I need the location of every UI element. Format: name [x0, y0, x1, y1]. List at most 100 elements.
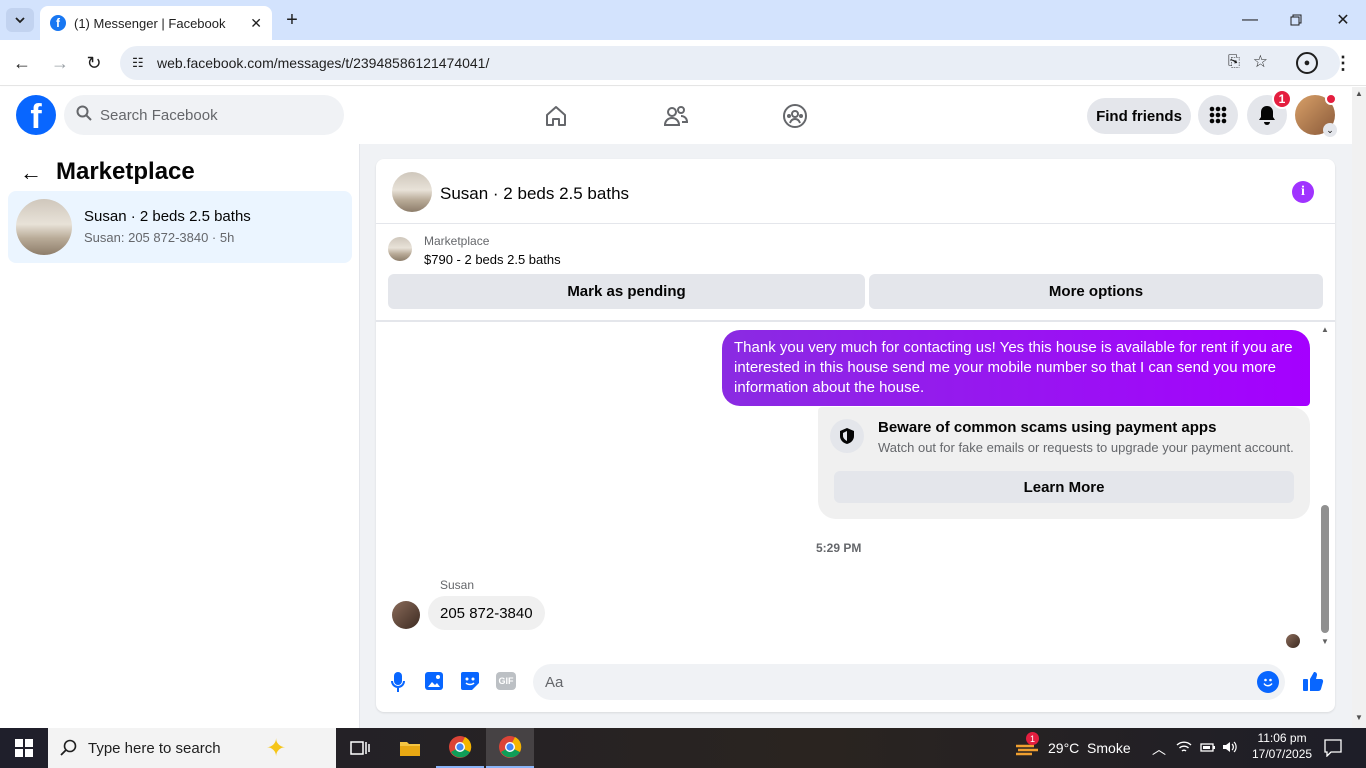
windows-taskbar: Type here to search ✦ 1 29°C Smoke ︿ 11:… — [0, 728, 1366, 768]
facebook-search-input[interactable]: Search Facebook — [64, 95, 344, 135]
avatar-dot — [1325, 93, 1337, 105]
chat-header-title[interactable]: Susan · 2 beds 2.5 baths — [440, 184, 629, 204]
sticker-icon[interactable] — [460, 671, 480, 696]
weather-widget[interactable]: 1 29°C Smoke — [1014, 732, 1131, 758]
scam-warning-body: Watch out for fake emails or requests to… — [878, 440, 1294, 455]
scroll-up-arrow-icon[interactable]: ▲ — [1321, 325, 1331, 335]
search-placeholder: Search Facebook — [100, 106, 218, 124]
windows-start-icon[interactable] — [0, 728, 48, 768]
search-icon — [76, 105, 92, 125]
emoji-icon[interactable] — [1257, 671, 1279, 693]
battery-icon[interactable] — [1200, 740, 1216, 754]
photo-icon[interactable] — [424, 671, 444, 696]
notification-count-badge: 1 — [1272, 89, 1292, 109]
listing-small-thumbnail — [388, 237, 412, 261]
clock-time: 11:06 pm — [1257, 731, 1307, 745]
incoming-message-bubble[interactable]: 205 872-3840 — [428, 596, 545, 630]
browser-tab-bar: f (1) Messenger | Facebook ✕ + — ✕ — [0, 0, 1366, 40]
conversation-item[interactable]: Susan · 2 beds 2.5 baths Susan: 205 872-… — [8, 191, 352, 263]
chrome-icon[interactable] — [436, 728, 484, 768]
home-icon[interactable] — [541, 101, 571, 131]
url-text: web.facebook.com/messages/t/239485861214… — [157, 55, 490, 71]
shield-icon — [830, 419, 864, 453]
profile-icon[interactable]: ● — [1296, 52, 1318, 74]
chevron-down-icon: ⌄ — [1323, 123, 1337, 137]
gif-icon[interactable]: GIF — [496, 672, 516, 690]
conversation-name: Susan · 2 beds 2.5 baths — [84, 208, 251, 225]
listing-source: Marketplace — [424, 234, 490, 248]
scam-warning-card: Beware of common scams using payment app… — [818, 407, 1310, 519]
tab-close-icon[interactable]: ✕ — [250, 15, 262, 32]
task-view-icon[interactable] — [336, 728, 384, 768]
listing-divider — [376, 320, 1335, 322]
scam-warning-title: Beware of common scams using payment app… — [878, 419, 1217, 436]
seen-avatar — [1286, 634, 1300, 648]
account-avatar[interactable]: ⌄ — [1295, 93, 1337, 137]
more-options-button[interactable]: More options — [869, 274, 1323, 309]
taskbar-search-box[interactable]: Type here to search ✦ — [48, 728, 336, 768]
notification-center-icon[interactable] — [1324, 739, 1342, 757]
conversation-sidebar: ← Marketplace Susan · 2 beds 2.5 baths S… — [0, 144, 360, 728]
sender-avatar[interactable] — [392, 601, 420, 629]
close-window-icon[interactable]: ✕ — [1333, 8, 1353, 32]
install-app-icon[interactable]: ⎘ — [1228, 53, 1240, 70]
chat-avatar[interactable] — [392, 172, 432, 212]
outgoing-message-bubble[interactable]: Thank you very much for contacting us! Y… — [722, 330, 1310, 406]
conversation-preview: Susan: 205 872-3840 · 5h — [84, 230, 235, 245]
volume-icon[interactable] — [1222, 740, 1238, 754]
sidebar-title: Marketplace — [56, 158, 195, 185]
show-hidden-icons-icon[interactable]: ︿ — [1152, 739, 1166, 759]
back-icon[interactable]: ← — [10, 52, 34, 74]
scroll-down-arrow-icon[interactable]: ▼ — [1321, 637, 1331, 647]
network-icon[interactable] — [1176, 740, 1192, 754]
facebook-favicon-icon: f — [50, 15, 66, 31]
menu-kebab-icon[interactable]: ⋮ — [1334, 52, 1352, 74]
weather-icon: 1 — [1014, 732, 1040, 758]
message-input[interactable]: Aa — [533, 664, 1285, 700]
weather-badge: 1 — [1026, 732, 1039, 745]
find-friends-button[interactable]: Find friends — [1087, 98, 1191, 134]
facebook-logo-icon[interactable]: f — [16, 95, 56, 135]
bookmark-star-icon[interactable]: ☆ — [1253, 52, 1268, 72]
header-divider — [376, 223, 1335, 224]
listing-thumbnail — [16, 199, 72, 255]
sender-name: Susan — [440, 578, 475, 592]
tab-title: (1) Messenger | Facebook — [74, 15, 226, 31]
page-scroll-up-icon[interactable]: ▲ — [1355, 89, 1363, 98]
file-explorer-icon[interactable] — [386, 728, 434, 768]
groups-icon[interactable] — [780, 101, 810, 131]
page-scrollbar[interactable]: ▲ ▼ — [1352, 87, 1366, 728]
facebook-header: f Search Facebook Find friends 1 ⌄ — [0, 87, 1352, 144]
minimize-icon[interactable]: — — [1240, 8, 1260, 32]
message-input-placeholder: Aa — [545, 673, 564, 691]
clock-date: 17/07/2025 — [1252, 747, 1313, 761]
back-arrow-icon[interactable]: ← — [20, 160, 42, 186]
restore-icon[interactable] — [1286, 8, 1306, 32]
new-tab-icon[interactable]: + — [282, 8, 302, 32]
site-info-icon[interactable]: ☷ — [132, 55, 144, 71]
clock[interactable]: 11:06 pm 17/07/2025 — [1252, 731, 1312, 761]
microphone-icon[interactable] — [390, 671, 406, 698]
mark-as-pending-button[interactable]: Mark as pending — [388, 274, 865, 309]
thumbs-up-icon[interactable] — [1302, 670, 1324, 697]
menu-grid-icon[interactable] — [1198, 95, 1238, 135]
taskbar-search-icon — [60, 739, 78, 761]
taskbar-search-placeholder: Type here to search — [88, 739, 221, 757]
weather-text: 29°C Smoke — [1048, 740, 1131, 756]
message-timestamp: 5:29 PM — [816, 541, 862, 555]
chrome-active-icon[interactable] — [486, 728, 534, 768]
chat-window: Susan · 2 beds 2.5 baths i Marketplace $… — [376, 159, 1335, 712]
copilot-sparkle-icon[interactable]: ✦ — [266, 734, 286, 763]
address-bar[interactable]: ☷ web.facebook.com/messages/t/2394858612… — [120, 46, 1340, 80]
browser-tab[interactable]: f (1) Messenger | Facebook ✕ — [40, 6, 272, 40]
browser-toolbar: ← → ↻ ☷ web.facebook.com/messages/t/2394… — [0, 40, 1366, 86]
forward-icon[interactable]: → — [48, 52, 72, 74]
listing-text[interactable]: $790 - 2 beds 2.5 baths — [424, 252, 561, 267]
learn-more-button[interactable]: Learn More — [834, 471, 1294, 503]
tab-search-icon[interactable] — [6, 8, 34, 32]
page-scroll-down-icon[interactable]: ▼ — [1355, 713, 1363, 722]
reload-icon[interactable]: ↻ — [82, 52, 106, 74]
info-icon[interactable]: i — [1292, 181, 1314, 203]
friends-icon[interactable] — [661, 101, 691, 131]
chat-scrollbar-thumb[interactable] — [1321, 505, 1329, 633]
